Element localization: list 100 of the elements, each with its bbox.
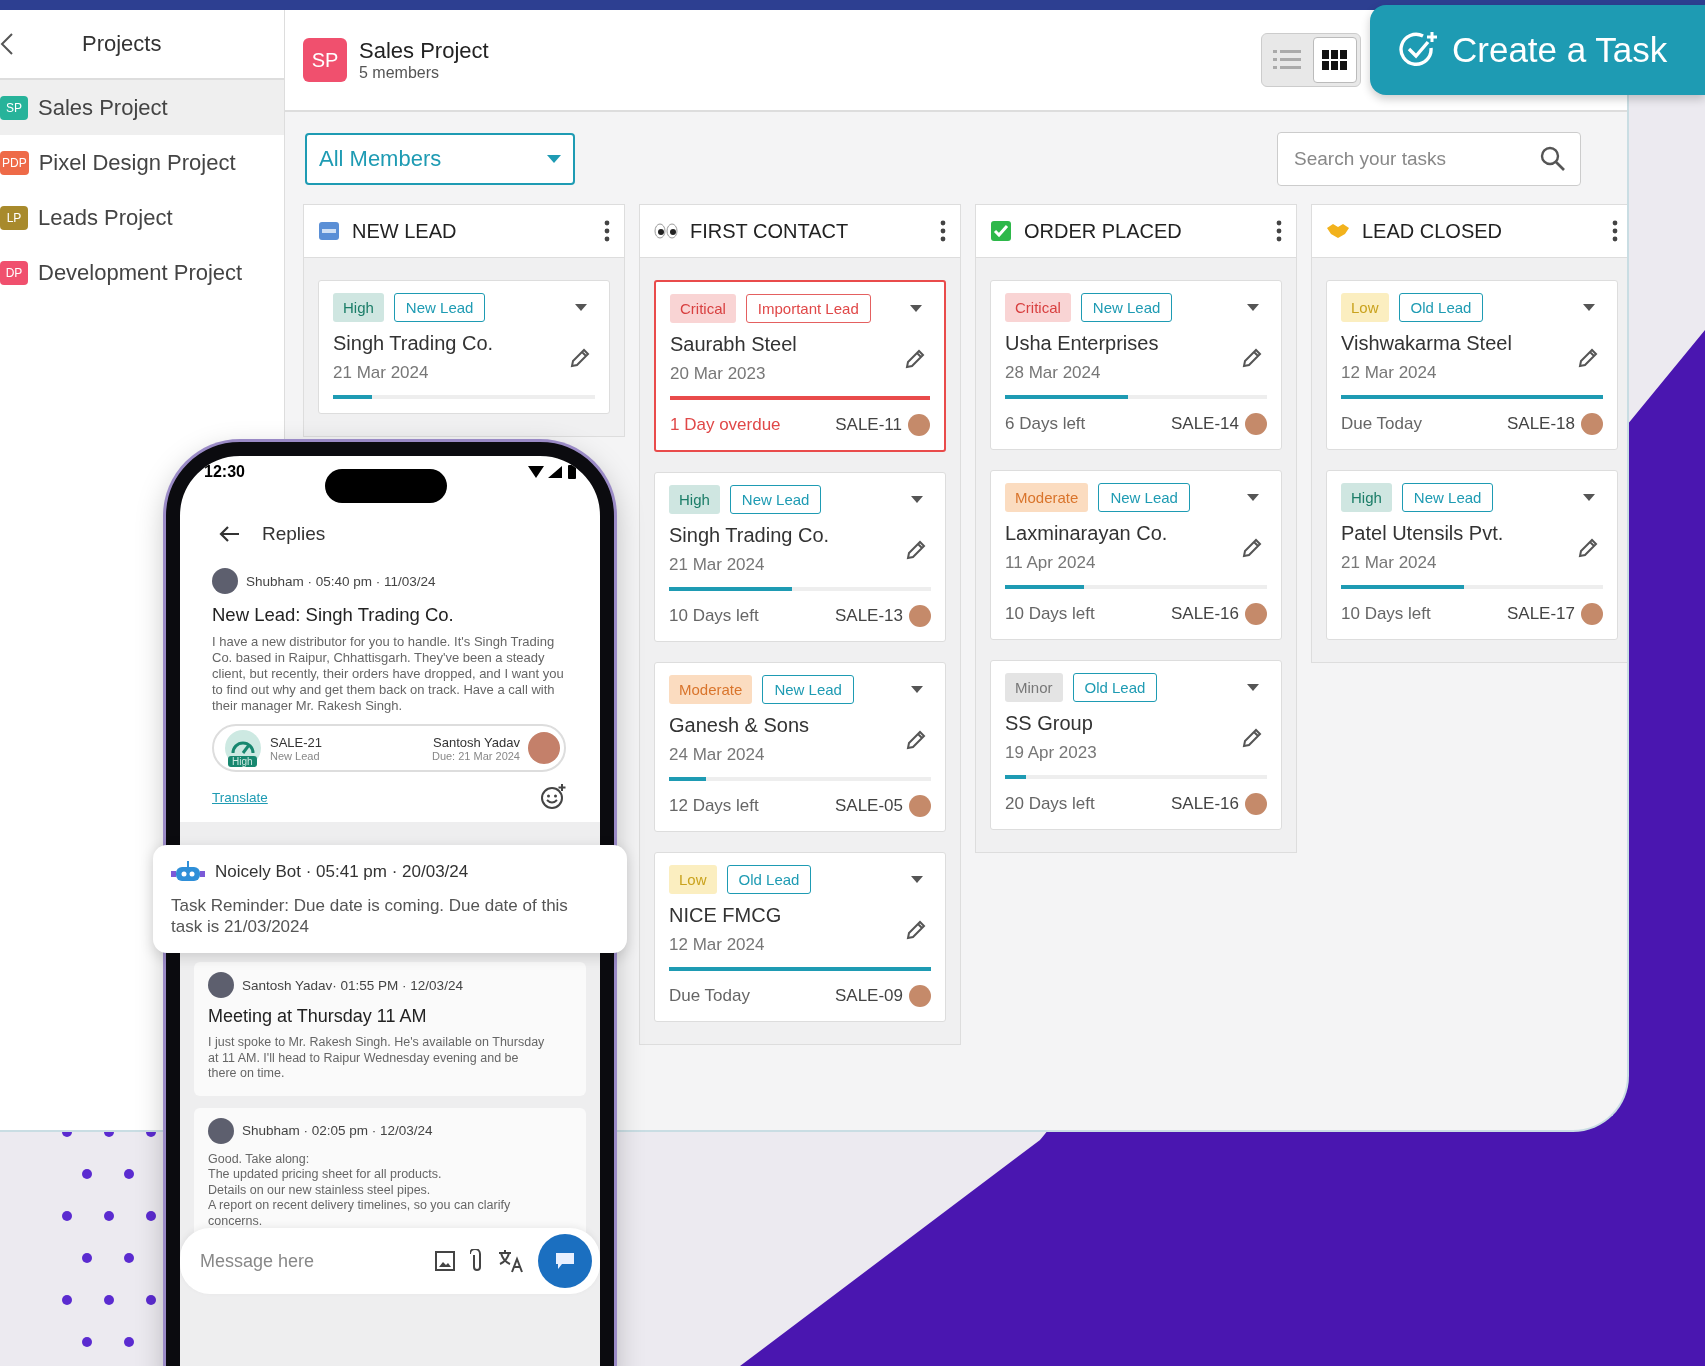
sidebar-item[interactable]: LP Leads Project <box>0 190 284 245</box>
priority-tag: Critical <box>670 294 736 323</box>
caret-icon[interactable] <box>910 305 922 312</box>
task-chip[interactable]: High SALE-21 New Lead Santosh Yadav Due: 21 Mar 2024 <box>212 724 566 772</box>
caret-icon[interactable] <box>575 304 587 311</box>
pencil-icon[interactable] <box>1241 346 1263 369</box>
task-card[interactable]: Moderate New Lead Laxminarayan Co. 11 Apr 2024 10 Days left SALE-16 <box>990 470 1282 640</box>
task-card[interactable]: High New Lead Singh Trading Co. 21 Mar 2024 10 Days left SALE-13 <box>654 472 946 642</box>
caret-icon[interactable] <box>911 496 923 503</box>
clock-time: 12:30 <box>204 463 245 481</box>
pencil-icon[interactable] <box>1241 726 1263 749</box>
notification-text: Task Reminder: Due date is coming. Due date of this task is 21/03/2024 <box>171 895 569 937</box>
more-options-icon[interactable] <box>940 220 946 242</box>
time-left: 1 Day overdue <box>670 415 782 435</box>
priority-tag: Low <box>1341 293 1389 322</box>
lead-tag: Old Lead <box>726 865 812 894</box>
column-title: LEAD CLOSED <box>1362 219 1504 243</box>
add-reaction-icon[interactable] <box>540 784 566 810</box>
search-input[interactable]: Search your tasks <box>1292 147 1540 171</box>
task-code: SALE-09 <box>834 986 903 1006</box>
caret-icon[interactable] <box>911 686 923 693</box>
screen-title: Replies <box>262 523 326 545</box>
message-meta: Santosh Yadav· 01:55 PM · 12/03/24 <box>242 977 463 993</box>
caret-icon[interactable] <box>1247 494 1259 501</box>
task-card[interactable]: Moderate New Lead Ganesh & Sons 24 Mar 2024 12 Days left SALE-05 <box>654 662 946 832</box>
task-card[interactable]: Critical Important Lead Saurabh Steel 20 Mar 2023 1 Day overdue SALE-11 <box>654 280 946 452</box>
task-code: SALE-16 <box>1170 794 1239 814</box>
image-icon[interactable] <box>434 1250 456 1272</box>
task-card[interactable]: Minor Old Lead SS Group 19 Apr 2023 20 Days left SALE-16 <box>990 660 1282 830</box>
caret-icon[interactable] <box>1583 494 1595 501</box>
pencil-icon[interactable] <box>904 347 926 370</box>
task-card[interactable]: Critical New Lead Usha Enterprises 28 Mar 2024 6 Days left SALE-14 <box>990 280 1282 450</box>
sidebar-item[interactable]: PDP Pixel Design Project <box>0 135 284 190</box>
task-stage: New Lead <box>270 749 321 762</box>
translate-icon[interactable] <box>498 1249 524 1273</box>
avatar <box>1245 603 1267 625</box>
back-arrow-icon[interactable] <box>218 525 240 543</box>
more-options-icon[interactable] <box>1276 220 1282 242</box>
task-title: NICE FMCG <box>669 904 782 927</box>
task-title: Singh Trading Co. <box>333 332 494 355</box>
time-left: 10 Days left <box>1341 604 1432 624</box>
caret-icon <box>547 155 561 163</box>
paperclip-icon[interactable] <box>470 1249 484 1273</box>
avatar <box>908 414 930 436</box>
task-card[interactable]: High New Lead Singh Trading Co. 21 Mar 2024 <box>318 280 610 414</box>
sidebar-item[interactable]: DP Development Project <box>0 245 284 300</box>
pencil-icon[interactable] <box>1577 346 1599 369</box>
message-meta: Shubham · 02:05 pm · 12/03/24 <box>242 1123 433 1138</box>
time-left: 12 Days left <box>669 796 760 816</box>
time-left: 20 Days left <box>1005 794 1096 814</box>
message-title: New Lead: Singh Trading Co. <box>212 604 455 626</box>
grid-view-button[interactable] <box>1313 37 1357 83</box>
pencil-icon[interactable] <box>905 728 927 751</box>
caret-icon[interactable] <box>911 876 923 883</box>
task-date: 28 Mar 2024 <box>1005 363 1102 383</box>
message-text: I just spoke to Mr. Rakesh Singh. He's available on Thursday at 11 AM. I'll head to Raipur Wednesday evening and be there on time. <box>208 1035 546 1082</box>
task-date: 21 Mar 2024 <box>1341 553 1438 573</box>
project-badge: DP <box>0 260 28 285</box>
send-button[interactable] <box>538 1234 592 1288</box>
avatar <box>528 732 560 764</box>
search-field[interactable]: Search your tasks <box>1277 132 1581 186</box>
pencil-icon[interactable] <box>569 346 591 369</box>
task-card[interactable]: Low Old Lead NICE FMCG 12 Mar 2024 Due Today SALE-09 <box>654 852 946 1022</box>
message-text: The updated pricing sheet for all products. <box>208 1167 443 1183</box>
task-title: Ganesh & Sons <box>669 714 810 737</box>
check-box-icon <box>990 220 1012 242</box>
task-card[interactable]: Low Old Lead Vishwakarma Steel 12 Mar 2024 Due Today SALE-18 <box>1326 280 1618 450</box>
avatar <box>208 972 234 998</box>
time-left: Due Today <box>1341 414 1423 434</box>
pencil-icon[interactable] <box>1577 536 1599 559</box>
pencil-icon[interactable] <box>905 538 927 561</box>
message-input[interactable]: Message here <box>198 1249 420 1273</box>
eyes-icon <box>654 223 678 239</box>
caret-icon[interactable] <box>1247 304 1259 311</box>
priority-tag: High <box>228 756 257 767</box>
message-text: A report on recent delivery timelines, so you can clarify concerns. <box>208 1198 512 1229</box>
search-icon[interactable] <box>1540 146 1566 172</box>
priority-tag: High <box>669 485 720 514</box>
assignee-name: Santosh Yadav <box>433 734 520 750</box>
task-title: SS Group <box>1005 712 1094 735</box>
task-title: Vishwakarma Steel <box>1341 332 1512 355</box>
task-code: SALE-17 <box>1506 604 1575 624</box>
pencil-icon[interactable] <box>905 918 927 941</box>
caret-icon[interactable] <box>1247 684 1259 691</box>
back-chevron-icon[interactable] <box>0 32 14 56</box>
priority-tag: High <box>333 293 384 322</box>
project-badge: PDP <box>0 150 29 175</box>
task-title: Singh Trading Co. <box>669 524 830 547</box>
more-options-icon[interactable] <box>604 220 610 242</box>
list-icon <box>1273 48 1301 72</box>
task-date: 12 Mar 2024 <box>669 935 766 955</box>
task-card[interactable]: High New Lead Patel Utensils Pvt. 21 Mar 2024 10 Days left SALE-17 <box>1326 470 1618 640</box>
lead-tag: Old Lead <box>1398 293 1484 322</box>
caret-icon[interactable] <box>1583 304 1595 311</box>
project-title: Sales Project <box>359 38 489 64</box>
task-title: Laxminarayan Co. <box>1005 522 1168 545</box>
pencil-icon[interactable] <box>1241 536 1263 559</box>
column-title: ORDER PLACED <box>1024 219 1183 243</box>
sidebar-item[interactable]: SP Sales Project <box>0 80 284 135</box>
more-options-icon[interactable] <box>1612 220 1618 242</box>
